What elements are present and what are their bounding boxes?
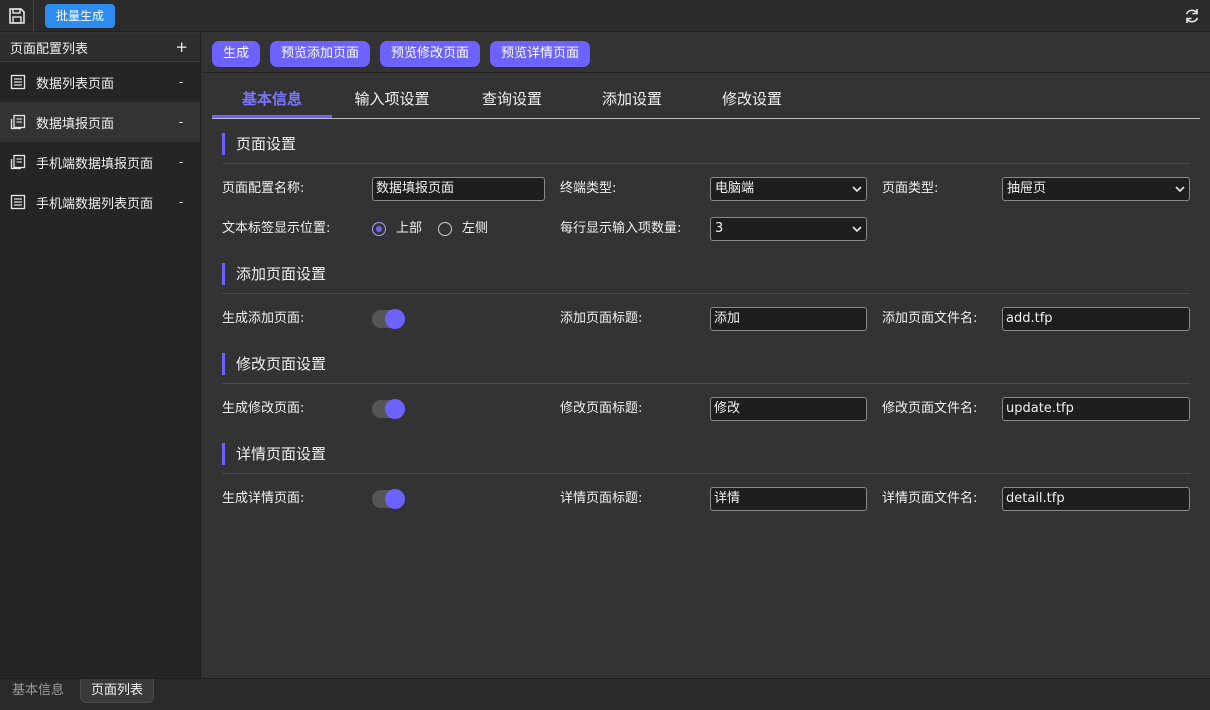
toggle-knob [385,489,405,509]
main-panel: 生成 预览添加页面 预览修改页面 预览详情页面 基本信息 输入项设置 查询设置 … [202,33,1210,678]
sidebar-item-mobile-form[interactable]: 手机端数据填报页面 - [0,142,200,182]
tab-basic-info[interactable]: 基本信息 [212,83,332,118]
list-page-icon [10,73,28,91]
generate-detail-page-label: 生成详情页面: [222,491,305,506]
page-name-label: 页面配置名称: [222,181,305,196]
detail-page-title-input[interactable]: 详情 [710,487,867,511]
batch-generate-button[interactable]: 批量生成 [45,3,116,28]
generate-update-page-label: 生成修改页面: [222,401,305,416]
generate-add-page-toggle[interactable] [372,309,405,329]
form-page-icon [10,153,28,171]
tab-update-settings[interactable]: 修改设置 [692,83,812,118]
update-page-title-input[interactable]: 修改 [710,397,867,421]
add-page-title-input[interactable]: 添加 [710,307,867,331]
section-rule [222,383,1190,384]
section-title-add-page: 添加页面设置 [222,263,326,285]
tab-query-settings[interactable]: 查询设置 [452,83,572,118]
sidebar-item-label: 手机端数据填报页面 [36,156,154,172]
page-name-input[interactable]: 数据填报页面 [372,177,545,201]
section-rule [222,163,1190,164]
bottom-tab-page-list[interactable]: 页面列表 [80,679,155,703]
sidebar-item-data-form[interactable]: 数据填报页面 - [0,102,200,142]
preview-detail-page-button[interactable]: 预览详情页面 [490,41,591,67]
per-row-label: 每行显示输入项数量: [560,221,682,236]
preview-update-page-button[interactable]: 预览修改页面 [380,41,481,67]
add-page-title-label: 添加页面标题: [560,311,643,326]
sidebar-item-label: 手机端数据列表页面 [36,196,154,212]
list-page-icon [10,193,28,211]
page-type-select[interactable]: 抽屉页 [1002,177,1190,201]
generate-button[interactable]: 生成 [212,41,261,67]
toggle-knob [385,309,405,329]
per-row-value: 3 [715,221,724,236]
bottom-tab-bar: 基本信息 页面列表 [0,678,1210,710]
update-page-file-label: 修改页面文件名: [882,401,978,416]
radio-top-label: 上部 [396,221,423,236]
chevron-down-icon [1175,186,1185,193]
section-rule [222,473,1190,474]
add-page-file-input[interactable]: add.tfp [1002,307,1190,331]
chevron-down-icon [852,186,862,193]
per-row-select[interactable]: 3 [710,217,867,241]
divider [202,72,1210,73]
section-title-detail-page: 详情页面设置 [222,443,326,465]
section-title-page-settings: 页面设置 [222,133,296,155]
sidebar-item-mobile-list[interactable]: 手机端数据列表页面 - [0,182,200,222]
page-type-label: 页面类型: [882,181,939,196]
terminal-type-value: 电脑端 [715,181,755,196]
tab-add-settings[interactable]: 添加设置 [572,83,692,118]
form-page-icon [10,113,28,131]
radio-top[interactable] [372,222,386,236]
page-config-sidebar: 页面配置列表 + 数据列表页面 - 数据填报页面 - 手机端数据填报页面 - 手… [0,33,201,678]
bottom-tab-basic-info[interactable]: 基本信息 [2,679,74,703]
generate-detail-page-toggle[interactable] [372,489,405,509]
terminal-type-select[interactable]: 电脑端 [710,177,867,201]
toggle-knob [385,399,405,419]
detail-page-file-input[interactable]: detail.tfp [1002,487,1190,511]
add-page-file-label: 添加页面文件名: [882,311,978,326]
add-page-button[interactable]: + [175,38,188,56]
section-rule [222,293,1190,294]
chevron-down-icon [852,226,862,233]
action-buttons: 生成 预览添加页面 预览修改页面 预览详情页面 [212,41,591,67]
save-icon[interactable] [0,0,34,32]
update-page-file-input[interactable]: update.tfp [1002,397,1190,421]
sidebar-title: 页面配置列表 [10,41,89,57]
terminal-type-label: 终端类型: [560,181,617,196]
remove-page-button[interactable]: - [176,195,186,210]
sidebar-item-label: 数据填报页面 [36,116,115,132]
radio-left[interactable] [438,222,452,236]
top-toolbar: 批量生成 [0,0,1210,32]
radio-left-label: 左侧 [462,221,489,236]
sidebar-item-label: 数据列表页面 [36,76,115,92]
generate-add-page-label: 生成添加页面: [222,311,305,326]
generate-update-page-toggle[interactable] [372,399,405,419]
detail-page-file-label: 详情页面文件名: [882,491,978,506]
page-type-value: 抽屉页 [1007,181,1047,196]
sidebar-item-data-list[interactable]: 数据列表页面 - [0,62,200,102]
update-page-title-label: 修改页面标题: [560,401,643,416]
remove-page-button[interactable]: - [176,115,186,130]
preview-add-page-button[interactable]: 预览添加页面 [270,41,371,67]
settings-tabs: 基本信息 输入项设置 查询设置 添加设置 修改设置 [212,83,1200,119]
section-title-update-page: 修改页面设置 [222,353,326,375]
remove-page-button[interactable]: - [176,75,186,90]
label-position-label: 文本标签显示位置: [222,221,331,236]
sidebar-header: 页面配置列表 + [0,33,200,62]
remove-page-button[interactable]: - [176,155,186,170]
refresh-icon[interactable] [1182,6,1202,26]
detail-page-title-label: 详情页面标题: [560,491,643,506]
tab-input-settings[interactable]: 输入项设置 [332,83,452,118]
